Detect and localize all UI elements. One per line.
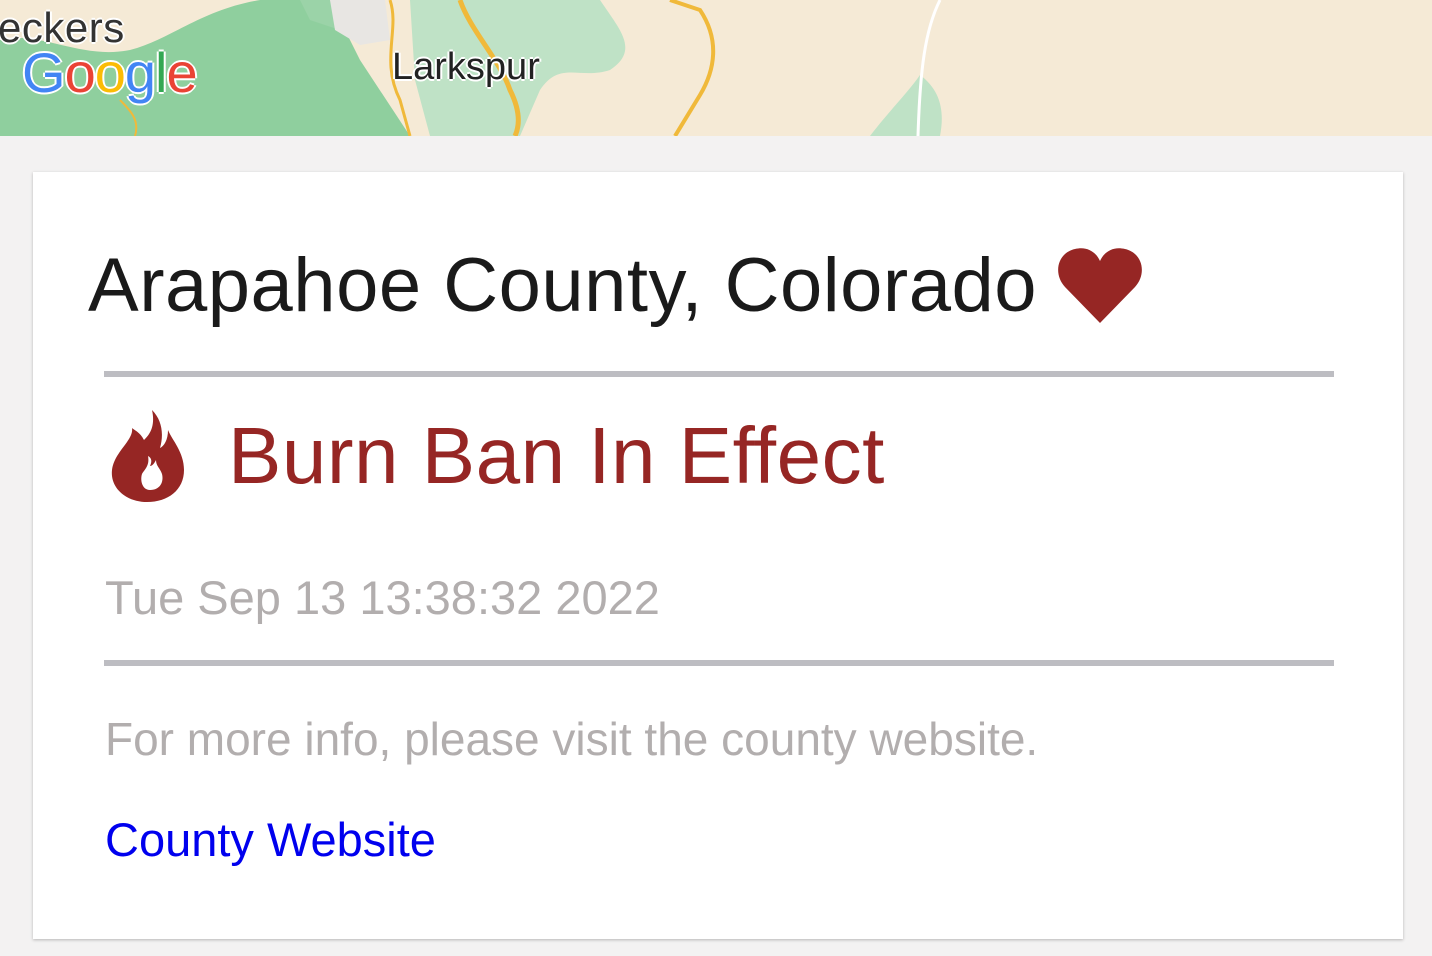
status-timestamp: Tue Sep 13 13:38:32 2022	[105, 571, 660, 624]
fire-icon	[111, 410, 184, 502]
heart-icon[interactable]	[1057, 247, 1143, 325]
divider	[104, 371, 1334, 377]
logo-letter: e	[166, 41, 197, 104]
title-row: Arapahoe County, Colorado	[88, 242, 1143, 329]
logo-letter: G	[22, 41, 66, 104]
county-title: Arapahoe County, Colorado	[88, 243, 1038, 328]
info-text: For more info, please visit the county w…	[105, 713, 1039, 765]
map-view[interactable]: eckers Google Larkspur	[0, 0, 1432, 136]
divider	[104, 660, 1334, 666]
logo-letter: o	[94, 41, 126, 104]
google-logo[interactable]: Google	[22, 40, 198, 105]
burn-ban-status: Burn Ban In Effect	[228, 411, 885, 500]
county-card: Arapahoe County, Colorado Burn Ban In Ef…	[33, 172, 1403, 939]
county-website-link[interactable]: County Website	[105, 812, 436, 867]
map-terrain	[0, 0, 942, 136]
map-place-label: Larkspur	[392, 46, 540, 88]
logo-letter: g	[124, 41, 156, 104]
status-row: Burn Ban In Effect	[108, 410, 885, 502]
logo-letter: o	[64, 41, 96, 104]
logo-letter: l	[155, 41, 167, 104]
